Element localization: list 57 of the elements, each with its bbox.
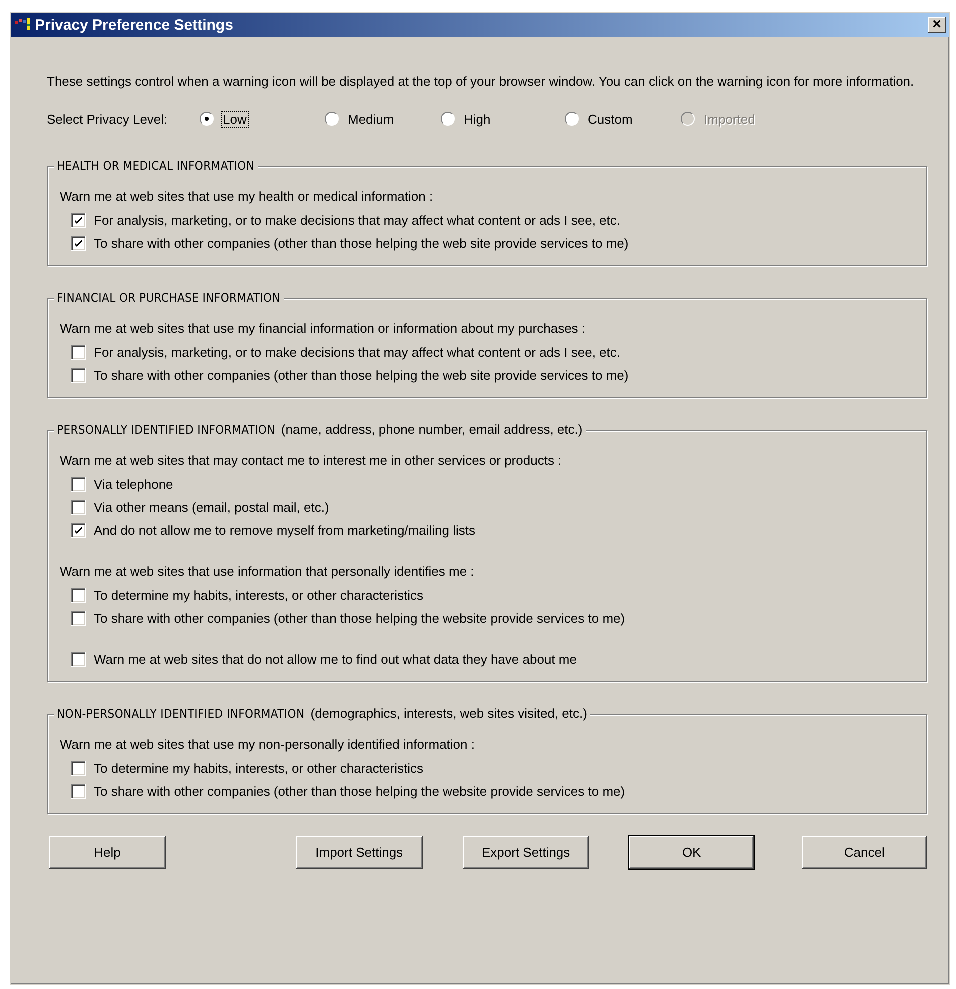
group-title: FINANCIAL OR PURCHASE INFORMATION — [57, 290, 281, 306]
radio-button[interactable] — [325, 112, 339, 126]
intro-text: These settings control when a warning icon will be displayed at the top of your browser window. You can click on the warning icon for more information. — [47, 73, 916, 90]
checkbox[interactable] — [71, 588, 86, 603]
section-label: Warn me at web sites that use my non-personally identified information : — [60, 736, 476, 754]
section-label: Warn me at web sites that use information that personally identifies me : — [60, 563, 476, 581]
radio-label: High — [463, 112, 492, 126]
checkbox-label: And do not allow me to remove myself from marketing/mailing lists — [94, 523, 476, 538]
group-title: HEALTH OR MEDICAL INFORMATION — [57, 158, 255, 174]
checkbox[interactable] — [71, 477, 86, 492]
checkbox-label: Via other means (email, postal mail, etc.) — [94, 500, 330, 515]
radio-label: Medium — [347, 112, 396, 126]
checkbox-label: Via telephone — [94, 477, 174, 492]
radio-label: Low — [222, 112, 248, 126]
checkbox[interactable] — [71, 611, 86, 626]
checkbox[interactable] — [71, 500, 86, 515]
group-note: (name, address, phone number, email address, etc.) — [281, 422, 583, 438]
dialog-button[interactable]: Help — [49, 836, 166, 869]
checkbox[interactable] — [71, 523, 86, 538]
checkbox-label: For analysis, marketing, or to make decisions that may affect what content or ads I see, etc. — [94, 213, 621, 228]
window-title: Privacy Preference Settings — [35, 16, 234, 34]
group-note: (demographics, interests, web sites visited, etc.) — [310, 706, 588, 722]
dialog-button[interactable]: Export Settings — [462, 836, 590, 869]
checkbox-label: Warn me at web sites that do not allow me to find out what data they have about me — [94, 652, 577, 667]
checkbox[interactable] — [71, 761, 86, 776]
checkbox[interactable] — [71, 652, 86, 667]
radio-button[interactable] — [441, 112, 455, 126]
section-label: Warn me at web sites that use my financial information or information about my purchases : — [60, 320, 587, 338]
check-icon — [73, 215, 84, 226]
checkbox[interactable] — [71, 784, 86, 799]
checkbox-label: To determine my habits, interests, or other characteristics — [94, 588, 424, 603]
dialog-button[interactable]: OK — [629, 836, 754, 869]
section-label: Warn me at web sites that may contact me to interest me in other services or products : — [60, 452, 563, 470]
check-icon — [73, 238, 84, 249]
checkbox[interactable] — [71, 236, 86, 251]
radio-label: Imported — [703, 112, 756, 126]
group-title: PERSONALLY IDENTIFIED INFORMATION — [57, 422, 276, 438]
checkbox-label: To determine my habits, interests, or other characteristics — [94, 761, 424, 776]
checkbox[interactable] — [71, 345, 86, 360]
group-title: NON-PERSONALLY IDENTIFIED INFORMATION — [57, 706, 305, 722]
radio-button[interactable] — [200, 112, 214, 126]
checkbox-label: To share with other companies (other than those helping the website provide services to me) — [94, 784, 626, 799]
dialog-button[interactable]: Import Settings — [296, 836, 423, 869]
app-icon — [15, 18, 31, 32]
radio-label: Custom — [587, 112, 634, 126]
checkbox-label: To share with other companies (other than those helping the web site provide services to me) — [94, 236, 629, 251]
check-icon — [73, 525, 84, 536]
checkbox-label: To share with other companies (other than those helping the web site provide services to me) — [94, 368, 629, 383]
checkbox[interactable] — [71, 213, 86, 228]
section-label: Warn me at web sites that use my health or medical information : — [60, 188, 434, 206]
privacy-level-label: Select Privacy Level: — [47, 112, 169, 126]
checkbox-label: For analysis, marketing, or to make decisions that may affect what content or ads I see, etc. — [94, 345, 621, 360]
checkbox-label: To share with other companies (other than those helping the website provide services to me) — [94, 611, 626, 626]
dialog-button[interactable]: Cancel — [802, 836, 928, 869]
checkbox[interactable] — [71, 368, 86, 383]
radio-button[interactable] — [565, 112, 579, 126]
close-button[interactable]: × — [928, 17, 946, 33]
